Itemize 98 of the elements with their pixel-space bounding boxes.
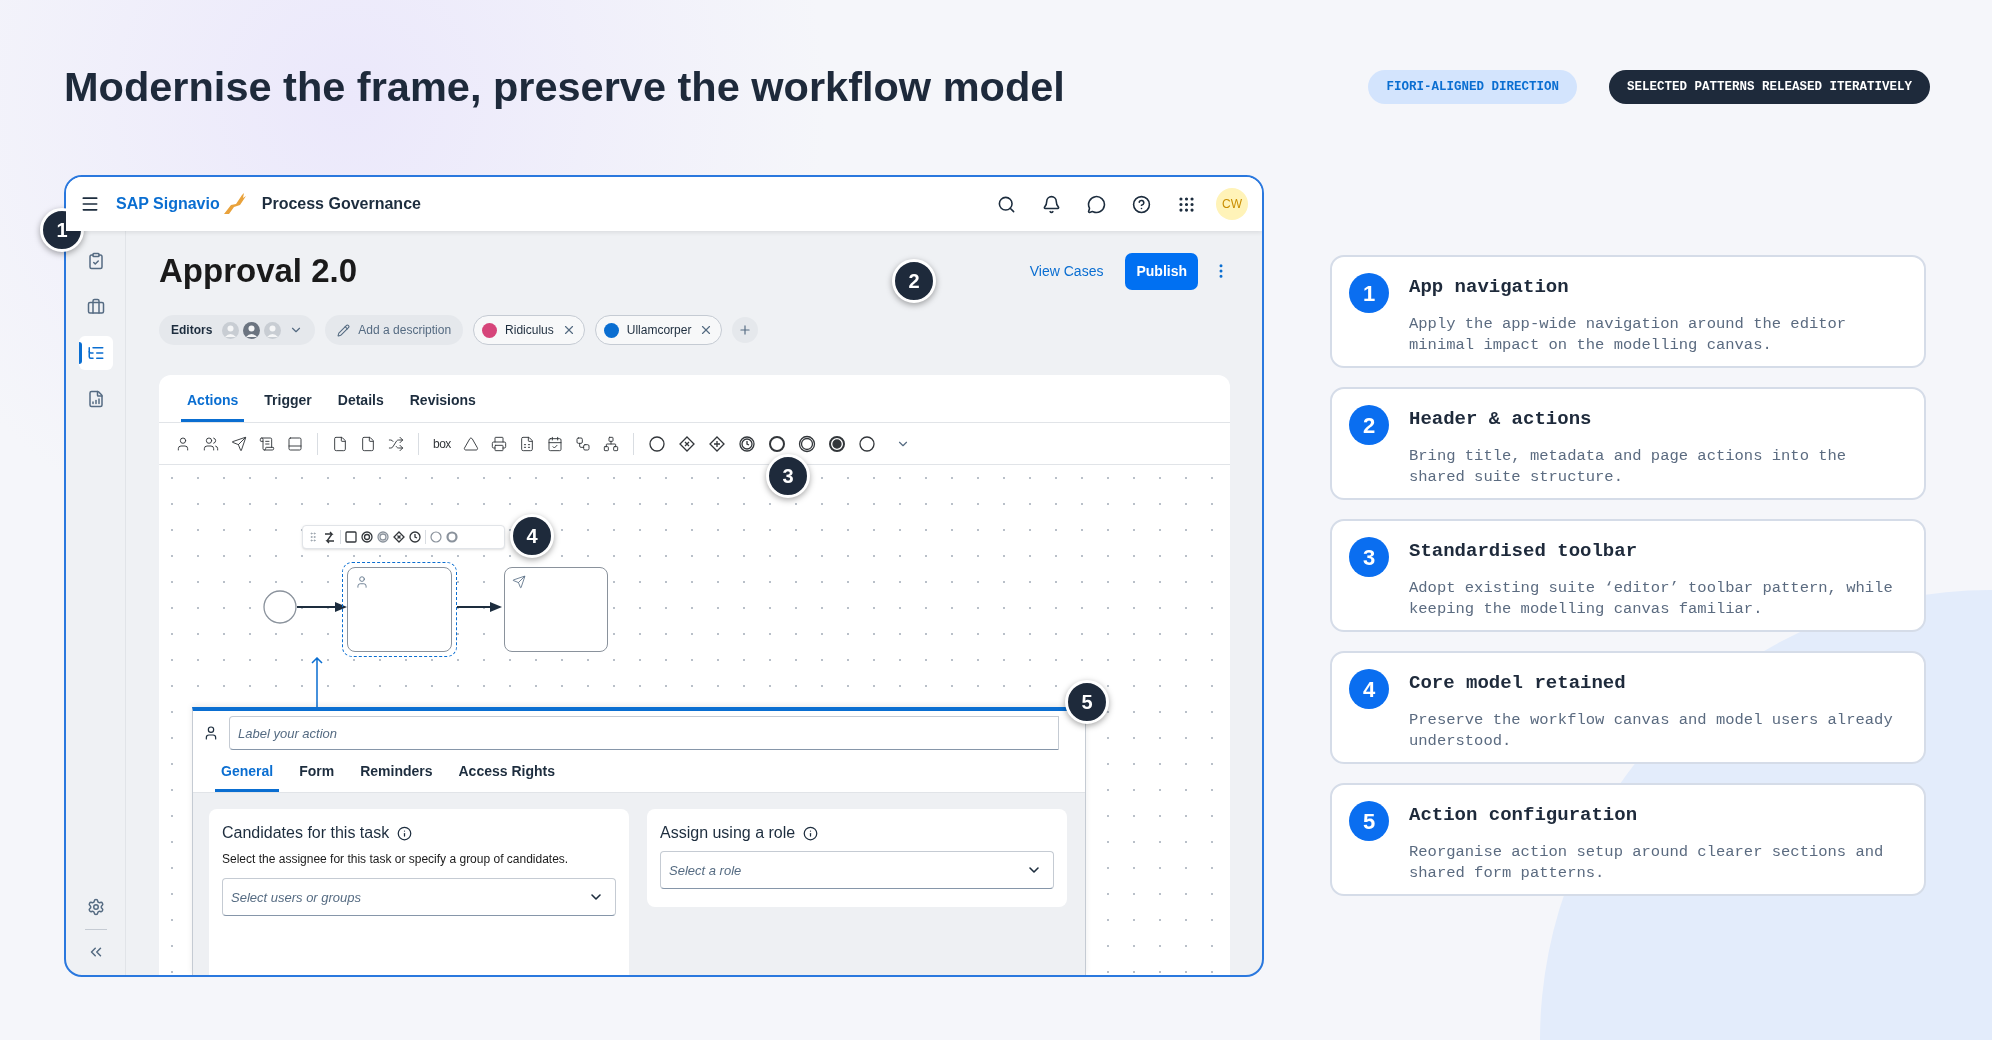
- pencil-icon: [337, 323, 351, 337]
- calendar-icon[interactable]: [546, 435, 563, 452]
- note-title: Action configuration: [1409, 803, 1639, 828]
- avatar: [264, 321, 282, 339]
- person-icon: [355, 575, 369, 589]
- publish-button[interactable]: Publish: [1125, 252, 1198, 290]
- user-task[interactable]: [347, 567, 452, 652]
- double-ring-icon[interactable]: [361, 531, 373, 543]
- product-name[interactable]: SAP Signavio: [116, 192, 220, 216]
- tab[interactable]: Trigger: [258, 382, 318, 422]
- document-icon[interactable]: [332, 435, 348, 452]
- sequence-arrow: [457, 602, 502, 612]
- box-logo[interactable]: box: [433, 434, 451, 453]
- diamond-plus-icon[interactable]: [707, 434, 726, 453]
- clock-icon[interactable]: [409, 531, 421, 543]
- paper-plane-icon[interactable]: [231, 435, 247, 452]
- label-name: Ullamcorper: [626, 322, 692, 339]
- workflow-icon[interactable]: [574, 435, 591, 452]
- note-text: Reorganise action setup around clearer sections and shared form patterns.: [1409, 841, 1885, 884]
- shuffle-icon[interactable]: [388, 435, 404, 452]
- note-title: Header & actions: [1409, 407, 1593, 432]
- apps-grid-icon[interactable]: [1177, 194, 1196, 214]
- avatar: [243, 321, 261, 339]
- person-icon: [203, 725, 219, 741]
- section-title: Candidates for this task: [222, 823, 390, 843]
- connector-icon[interactable]: [323, 530, 336, 544]
- circle-icon[interactable]: [857, 434, 876, 453]
- ring-icon[interactable]: [767, 434, 786, 453]
- timer-event-icon[interactable]: [737, 434, 756, 453]
- selection-bar: [78, 342, 82, 364]
- label-chip[interactable]: Ullamcorper: [594, 315, 723, 345]
- add-description-button[interactable]: Add a description: [325, 315, 464, 345]
- menu-icon[interactable]: [80, 194, 100, 214]
- note-text: Apply the app-wide navigation around the editor minimal impact on the modelling canvas.: [1409, 313, 1848, 356]
- note-text: Bring title, metadata and page actions into the shared suite structure.: [1409, 445, 1848, 488]
- note-text: Adopt existing suite ‘editor’ toolbar pattern, while keeping the modelling canvas familiar.: [1409, 577, 1894, 620]
- note-title: Standardised toolbar: [1409, 539, 1639, 564]
- page-heading: Modernise the frame, preserve the workflow model: [64, 62, 1065, 112]
- info-icon[interactable]: [803, 825, 819, 841]
- action-label-field[interactable]: Label your action: [229, 716, 1059, 750]
- triangle-icon[interactable]: [462, 435, 479, 452]
- tab[interactable]: Details: [331, 382, 390, 422]
- select-field[interactable]: Select users or groups: [222, 878, 616, 916]
- nav-item[interactable]: [78, 336, 113, 370]
- bell-icon[interactable]: [1042, 194, 1061, 214]
- tree-list-icon: [86, 344, 105, 362]
- double-ring-icon[interactable]: [797, 434, 816, 453]
- chat-icon[interactable]: [1087, 194, 1106, 214]
- app-title: Process Governance: [261, 194, 421, 214]
- diamond-x-icon[interactable]: [677, 434, 696, 453]
- clipboard-check-icon: [86, 252, 105, 270]
- scroll-icon[interactable]: [259, 435, 275, 452]
- section-description: Select the assignee for this task or specify a group of candidates.: [222, 851, 570, 868]
- people-icon[interactable]: [203, 435, 219, 452]
- square-icon[interactable]: [345, 531, 357, 543]
- tab[interactable]: Form: [293, 754, 341, 792]
- tag: FIORI-ALIGNED DIRECTION: [1368, 69, 1577, 105]
- diamond-x-icon[interactable]: [393, 531, 405, 543]
- step-number: 1: [1349, 273, 1389, 313]
- select-field[interactable]: Select a role: [660, 851, 1054, 889]
- printer-icon[interactable]: [490, 435, 507, 452]
- settings-icon[interactable]: [86, 898, 105, 916]
- tag: SELECTED PATTERNS RELEASED ITERATIVELY: [1608, 69, 1930, 105]
- tab[interactable]: Actions: [181, 382, 245, 422]
- view-cases-link[interactable]: View Cases: [1029, 260, 1104, 282]
- note-title: App navigation: [1409, 275, 1570, 300]
- editors-chip[interactable]: Editors: [159, 315, 316, 345]
- note-text: Preserve the workflow canvas and model users already understood.: [1409, 709, 1894, 752]
- step-number: 3: [1349, 537, 1389, 577]
- network-icon[interactable]: [602, 435, 619, 452]
- label-chip[interactable]: Ridiculus: [473, 315, 585, 345]
- paper-plane-icon: [512, 575, 526, 589]
- info-icon[interactable]: [397, 825, 413, 841]
- help-icon[interactable]: [1132, 194, 1151, 214]
- section-title: Assign using a role: [660, 823, 796, 843]
- step-number: 5: [1349, 801, 1389, 841]
- editors-label: Editors: [171, 322, 213, 339]
- window-icon[interactable]: [287, 435, 303, 452]
- tab[interactable]: Revisions: [403, 382, 482, 422]
- label-name: Ridiculus: [505, 322, 554, 339]
- search-icon[interactable]: [997, 194, 1016, 214]
- sequence-arrow: [297, 602, 347, 612]
- chart-document-icon: [86, 390, 105, 408]
- start-event[interactable]: [263, 590, 297, 624]
- tab[interactable]: Access Rights: [452, 754, 561, 792]
- step-number: 4: [1349, 669, 1389, 709]
- send-task[interactable]: [504, 567, 608, 652]
- drag-handle-icon[interactable]: [307, 531, 319, 543]
- circle-icon[interactable]: [647, 434, 666, 453]
- tab[interactable]: Reminders: [354, 754, 439, 792]
- spreadsheet-icon[interactable]: [518, 435, 535, 452]
- document-icon[interactable]: [360, 435, 376, 452]
- avatar: [222, 321, 240, 339]
- page-title: Approval 2.0: [159, 251, 358, 291]
- note-title: Core model retained: [1409, 671, 1627, 696]
- step-number: 2: [1349, 405, 1389, 445]
- person-icon[interactable]: [175, 435, 191, 452]
- briefcase-icon: [86, 298, 105, 316]
